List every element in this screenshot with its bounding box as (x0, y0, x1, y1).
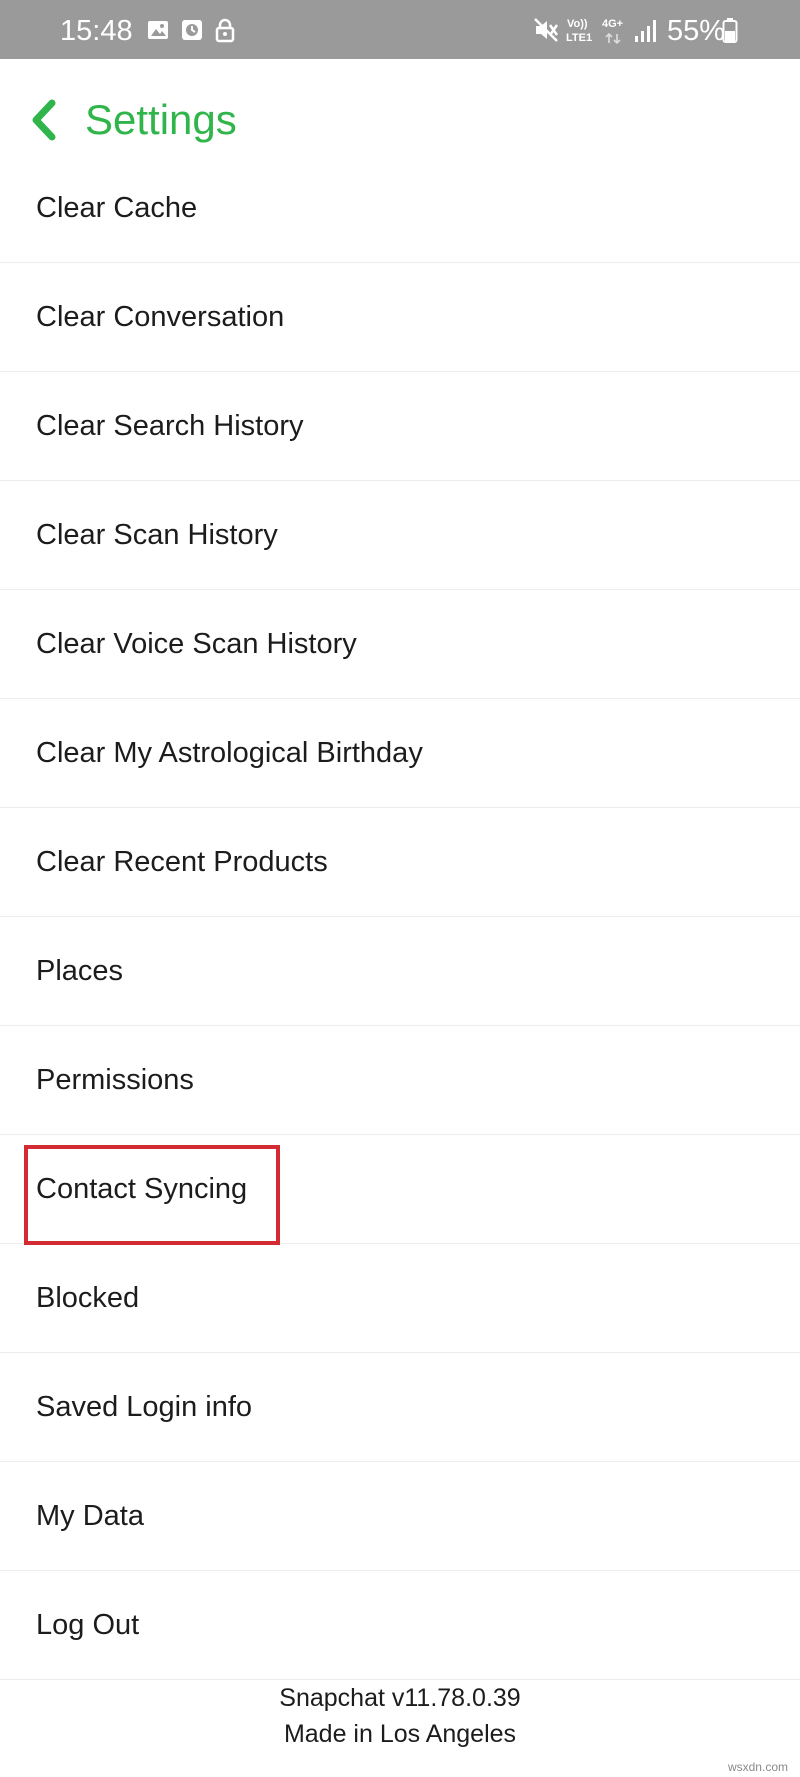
settings-item-label: Log Out (36, 1609, 140, 1641)
mute-icon (534, 18, 559, 42)
settings-item-clear-recent-products[interactable]: Clear Recent Products (0, 808, 800, 917)
settings-item-contact-syncing[interactable]: Contact Syncing (0, 1135, 800, 1244)
settings-item-label: Clear Conversation (36, 301, 285, 333)
settings-item-clear-conversation[interactable]: Clear Conversation (0, 263, 800, 372)
battery-icon (722, 18, 738, 43)
signal-icon (635, 20, 656, 42)
settings-item-places[interactable]: Places (0, 917, 800, 1026)
settings-item-label: Clear My Astrological Birthday (36, 737, 423, 769)
chevron-left-icon[interactable] (24, 95, 64, 145)
settings-item-clear-astrological-birthday[interactable]: Clear My Astrological Birthday (0, 699, 800, 808)
settings-item-clear-search-history[interactable]: Clear Search History (0, 372, 800, 481)
clock-app-icon (182, 20, 202, 40)
page-title: Settings (85, 96, 237, 143)
settings-item-label: Clear Scan History (36, 519, 278, 551)
status-time: 15:48 (60, 15, 133, 47)
settings-item-label: Places (36, 955, 124, 987)
settings-item-label: Clear Recent Products (36, 846, 328, 878)
lock-icon (215, 18, 235, 43)
settings-item-saved-login-info[interactable]: Saved Login info (0, 1353, 800, 1462)
lte-label: LTE1 (566, 32, 593, 44)
settings-item-blocked[interactable]: Blocked (0, 1244, 800, 1353)
settings-item-my-data[interactable]: My Data (0, 1462, 800, 1571)
settings-item-label: My Data (36, 1500, 144, 1532)
settings-item-label: Contact Syncing (36, 1173, 248, 1205)
settings-item-clear-voice-scan-history[interactable]: Clear Voice Scan History (0, 590, 800, 699)
app-footer: Snapchat v11.78.0.39 Made in Los Angeles (0, 1680, 800, 1752)
settings-item-clear-cache[interactable]: Clear Cache (0, 182, 800, 263)
settings-item-label: Clear Voice Scan History (36, 628, 357, 660)
app-version: Snapchat v11.78.0.39 (279, 1684, 521, 1712)
status-bar: 15:48 Vo)) LTE1 4G+ 55% (0, 0, 800, 59)
image-icon (148, 21, 168, 39)
settings-item-label: Clear Search History (36, 410, 304, 442)
watermark: wsxdn.com (727, 1760, 788, 1774)
battery-percent: 55% (667, 15, 726, 47)
data-arrows-icon (605, 32, 621, 44)
settings-item-label: Saved Login info (36, 1391, 253, 1423)
settings-header: Settings (0, 59, 800, 182)
settings-item-label: Clear Cache (36, 192, 198, 224)
settings-item-log-out[interactable]: Log Out (0, 1571, 800, 1680)
settings-item-label: Permissions (36, 1064, 194, 1096)
settings-item-label: Blocked (36, 1282, 140, 1314)
volte-label: Vo)) (567, 18, 588, 30)
app-origin: Made in Los Angeles (283, 1720, 517, 1748)
settings-item-clear-scan-history[interactable]: Clear Scan History (0, 481, 800, 590)
settings-item-permissions[interactable]: Permissions (0, 1026, 800, 1135)
